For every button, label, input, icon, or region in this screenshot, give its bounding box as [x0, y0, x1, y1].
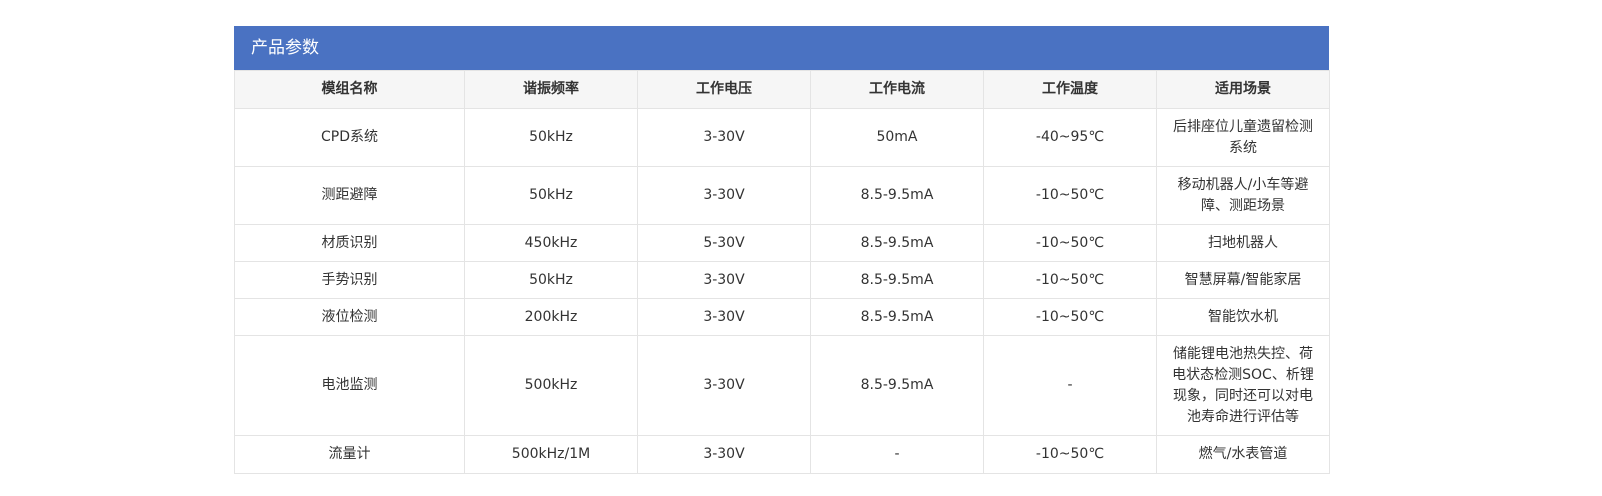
cell-voltage: 3-30V — [637, 435, 811, 474]
scenario-line: 燃气/水表管道 — [1198, 446, 1288, 462]
cell-scenario: 移动机器人/小车等避 障、测距场景 — [1156, 166, 1330, 225]
cell-scenario: 储能锂电池热失控、荷 电状态检测SOC、析锂 现象，同时还可以对电 池寿命进行评… — [1156, 335, 1330, 436]
cell-voltage: 5-30V — [637, 224, 811, 262]
cell-current: 8.5-9.5mA — [810, 298, 984, 336]
cell-scenario: 扫地机器人 — [1156, 224, 1330, 262]
cell-frequency: 200kHz — [464, 298, 638, 336]
scenario-line: 障、测距场景 — [1201, 197, 1285, 214]
cell-frequency: 500kHz/1M — [464, 435, 638, 474]
table-header: 模组名称 谐振频率 工作电压 工作电流 工作温度 适用场景 — [234, 70, 1330, 109]
scenario-line: 储能锂电池热失控、荷 — [1173, 345, 1313, 362]
scenario-line: 智能饮水机 — [1208, 308, 1278, 325]
cell-current: 50mA — [810, 108, 984, 167]
cell-current: 8.5-9.5mA — [810, 335, 984, 436]
product-params-panel: 产品参数 模组名称 谐振频率 工作电压 工作电流 工作温度 适用场景 CPD系统… — [234, 26, 1330, 474]
table-row: 测距避障 50kHz 3-30V 8.5-9.5mA -10~50℃ 移动机器人… — [234, 166, 1330, 225]
table-row: 材质识别 450kHz 5-30V 8.5-9.5mA -10~50℃ 扫地机器… — [234, 224, 1330, 262]
cell-temperature: -10~50℃ — [983, 166, 1157, 225]
cell-temperature: - — [983, 335, 1157, 436]
cell-temperature: -10~50℃ — [983, 261, 1157, 299]
scenario-line: 移动机器人/小车等避 — [1177, 176, 1309, 193]
header-operating-temperature: 工作温度 — [983, 70, 1157, 109]
table-row: CPD系统 50kHz 3-30V 50mA -40~95℃ 后排座位儿童遗留检… — [234, 108, 1330, 167]
cell-current: - — [810, 435, 984, 474]
cell-current: 8.5-9.5mA — [810, 224, 984, 262]
cell-temperature: -10~50℃ — [983, 224, 1157, 262]
table-row: 液位检测 200kHz 3-30V 8.5-9.5mA -10~50℃ 智能饮水… — [234, 298, 1330, 336]
params-table: 模组名称 谐振频率 工作电压 工作电流 工作温度 适用场景 CPD系统 50kH… — [234, 70, 1330, 474]
cell-current: 8.5-9.5mA — [810, 166, 984, 225]
cell-scenario: 后排座位儿童遗留检测 系统 — [1156, 108, 1330, 167]
cell-frequency: 50kHz — [464, 108, 638, 167]
cell-voltage: 3-30V — [637, 166, 811, 225]
cell-module-name: 流量计 — [234, 435, 465, 474]
header-resonant-frequency: 谐振频率 — [464, 70, 638, 109]
scenario-line: 系统 — [1229, 139, 1257, 156]
cell-module-name: 材质识别 — [234, 224, 465, 262]
cell-module-name: 液位检测 — [234, 298, 465, 336]
cell-frequency: 50kHz — [464, 261, 638, 299]
header-application-scenario: 适用场景 — [1156, 70, 1330, 109]
scenario-line: 池寿命进行评估等 — [1187, 408, 1299, 425]
header-operating-voltage: 工作电压 — [637, 70, 811, 109]
cell-module-name: 电池监测 — [234, 335, 465, 436]
cell-module-name: CPD系统 — [234, 108, 465, 167]
scenario-line: 电状态检测SOC、析锂 — [1172, 366, 1314, 383]
cell-module-name: 测距避障 — [234, 166, 465, 225]
cell-voltage: 3-30V — [637, 108, 811, 167]
cell-current: 8.5-9.5mA — [810, 261, 984, 299]
panel-title: 产品参数 — [234, 26, 1329, 70]
cell-voltage: 3-30V — [637, 261, 811, 299]
cell-voltage: 3-30V — [637, 298, 811, 336]
header-module-name: 模组名称 — [234, 70, 465, 109]
cell-temperature: -10~50℃ — [983, 298, 1157, 336]
cell-temperature: -10~50℃ — [983, 435, 1157, 474]
scenario-line: 智慧屏幕/智能家居 — [1184, 271, 1302, 288]
header-operating-current: 工作电流 — [810, 70, 984, 109]
table-body: CPD系统 50kHz 3-30V 50mA -40~95℃ 后排座位儿童遗留检… — [234, 108, 1330, 474]
cell-temperature: -40~95℃ — [983, 108, 1157, 167]
scenario-line: 后排座位儿童遗留检测 — [1173, 118, 1313, 135]
scenario-line: 现象，同时还可以对电 — [1173, 387, 1313, 404]
table-row: 流量计 500kHz/1M 3-30V - -10~50℃ 燃气/水表管道 — [234, 435, 1330, 474]
cell-voltage: 3-30V — [637, 335, 811, 436]
cell-scenario: 智能饮水机 — [1156, 298, 1330, 336]
cell-module-name: 手势识别 — [234, 261, 465, 299]
table-row: 电池监测 500kHz 3-30V 8.5-9.5mA - 储能锂电池热失控、荷… — [234, 335, 1330, 436]
cell-frequency: 500kHz — [464, 335, 638, 436]
cell-scenario: 燃气/水表管道 — [1156, 435, 1330, 474]
header-row: 模组名称 谐振频率 工作电压 工作电流 工作温度 适用场景 — [234, 70, 1330, 109]
cell-frequency: 450kHz — [464, 224, 638, 262]
cell-frequency: 50kHz — [464, 166, 638, 225]
table-row: 手势识别 50kHz 3-30V 8.5-9.5mA -10~50℃ 智慧屏幕/… — [234, 261, 1330, 299]
scenario-line: 扫地机器人 — [1208, 234, 1278, 251]
cell-scenario: 智慧屏幕/智能家居 — [1156, 261, 1330, 299]
